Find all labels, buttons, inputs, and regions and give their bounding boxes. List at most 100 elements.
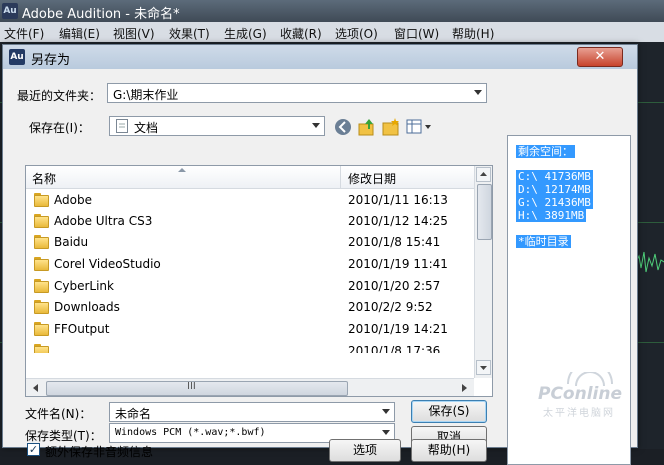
grip-icon: III: [187, 381, 196, 392]
list-item[interactable]: Corel VideoStudio 2010/1/19 11:41: [26, 254, 474, 275]
sort-ascending-icon: [178, 168, 186, 172]
temp-dir-label: *临时目录: [516, 235, 571, 248]
watermark-brand: PConline: [538, 384, 623, 404]
arrow-down-icon: [480, 366, 487, 370]
drive-g-space: G:\ 21436MB: [516, 196, 593, 209]
menu-help[interactable]: 帮助(H): [452, 25, 494, 42]
chevron-down-icon: [382, 430, 390, 435]
file-name: Corel VideoStudio: [54, 257, 161, 271]
view-menu-icon[interactable]: [405, 117, 433, 137]
list-item[interactable]: CyberLink 2010/1/20 2:57: [26, 276, 474, 297]
folder-icon: [34, 300, 49, 314]
scroll-up-button[interactable]: [476, 167, 491, 182]
up-folder-icon[interactable]: [357, 117, 377, 137]
horizontal-scrollbar[interactable]: III: [26, 378, 474, 396]
file-date: 2010/1/20 2:57: [348, 279, 441, 293]
app-menu-bar: 文件(F) 编辑(E) 视图(V) 效果(T) 生成(G) 收藏(R) 选项(O…: [0, 22, 664, 43]
arrow-up-icon: [480, 172, 487, 176]
dialog-title: 另存为: [31, 53, 71, 68]
drive-d-space: D:\ 12174MB: [516, 183, 593, 196]
filename-input[interactable]: 未命名: [109, 402, 395, 422]
file-name: FFOutput: [54, 322, 110, 336]
help-button[interactable]: 帮助(H): [411, 439, 487, 462]
menu-generate[interactable]: 生成(G): [224, 25, 267, 42]
menu-edit[interactable]: 编辑(E): [59, 25, 100, 42]
drive-c-space: C:\ 41736MB: [516, 170, 593, 183]
save-in-dropdown[interactable]: 文档: [109, 116, 325, 136]
app-title-bar: Au Adobe Audition - 未命名*: [0, 0, 664, 22]
arrow-right-icon[interactable]: [458, 382, 470, 394]
menu-file[interactable]: 文件(F): [4, 25, 44, 42]
file-name: Adobe Ultra CS3: [54, 214, 153, 228]
list-item[interactable]: Downloads 2010/2/2 9:52: [26, 297, 474, 318]
folder-icon: [34, 193, 49, 207]
vertical-scrollbar[interactable]: [474, 166, 492, 378]
folder-icon: [34, 214, 49, 228]
watermark-subtitle: 太平洋电脑网: [543, 408, 615, 419]
folder-icon: [34, 322, 49, 336]
app-title: Adobe Audition - 未命名*: [22, 7, 180, 22]
file-name: Baidu: [54, 235, 89, 249]
filetype-value: Windows PCM (*.wav;*.bwf): [115, 427, 266, 438]
file-name: Adobe: [54, 193, 92, 207]
file-name: ...: [54, 344, 66, 353]
dialog-title-bar: Au 另存为 ✕: [3, 45, 637, 69]
audition-app-icon: Au: [2, 3, 18, 19]
save-in-value: 文档: [134, 121, 159, 135]
list-header: 名称 修改日期: [26, 166, 474, 189]
save-in-label: 保存在(I)：: [29, 121, 90, 135]
recent-folder-label: 最近的文件夹：: [17, 89, 102, 103]
filename-value: 未命名: [115, 407, 152, 421]
file-date: 2010/1/12 14:25: [348, 214, 448, 228]
chevron-down-icon: [312, 123, 320, 128]
extra-info-label: 额外保存非音频信息: [45, 445, 154, 459]
vertical-scroll-thumb[interactable]: [477, 184, 492, 240]
drive-h-space: H:\ 3891MB: [516, 209, 587, 222]
free-space-label: 剩余空间：: [516, 145, 575, 158]
audition-app-icon: Au: [9, 49, 25, 65]
list-item[interactable]: ... 2010/1/8 17:36: [26, 341, 474, 353]
folder-icon: [34, 235, 49, 249]
folder-icon: [34, 279, 49, 293]
close-button[interactable]: ✕: [577, 47, 623, 67]
column-divider[interactable]: [340, 166, 341, 188]
folder-icon: [34, 344, 49, 353]
menu-window[interactable]: 窗口(W): [394, 25, 439, 42]
new-folder-icon[interactable]: [381, 117, 401, 137]
column-date-header[interactable]: 修改日期: [348, 170, 396, 187]
column-name-header[interactable]: 名称: [32, 170, 56, 187]
arrow-left-icon[interactable]: [30, 382, 42, 394]
list-item[interactable]: Adobe Ultra CS3 2010/1/12 14:25: [26, 211, 474, 232]
file-date: 2010/1/8 15:41: [348, 235, 441, 249]
file-date: 2010/1/19 14:21: [348, 322, 448, 336]
menu-view[interactable]: 视图(V): [113, 25, 155, 42]
recent-folder-dropdown[interactable]: G:\期末作业: [107, 83, 487, 103]
folder-icon: [34, 257, 49, 271]
scroll-down-button[interactable]: [476, 360, 491, 375]
chevron-down-icon: [474, 90, 482, 95]
list-item[interactable]: FFOutput 2010/1/19 14:21: [26, 319, 474, 340]
document-icon: [116, 119, 128, 133]
file-date: 2010/1/19 11:41: [348, 257, 448, 271]
menu-favorites[interactable]: 收藏(R): [280, 25, 322, 42]
chevron-down-icon: [382, 409, 390, 414]
file-date: 2010/1/8 17:36: [348, 344, 441, 353]
options-button[interactable]: 选项: [329, 439, 401, 462]
recent-folder-value: G:\期末作业: [113, 88, 179, 102]
filetype-label: 保存类型(T)：: [25, 429, 102, 443]
file-name: Downloads: [54, 300, 120, 314]
file-name: CyberLink: [54, 279, 114, 293]
menu-options[interactable]: 选项(O): [335, 25, 378, 42]
file-date: 2010/1/11 16:13: [348, 193, 448, 207]
horizontal-scroll-thumb[interactable]: III: [46, 381, 348, 396]
extra-info-checkbox[interactable]: ✓: [27, 443, 40, 456]
filename-label: 文件名(N)：: [25, 407, 92, 421]
file-list[interactable]: 名称 修改日期 Adobe 2010/1/11 16:13 Adobe Ultr…: [25, 165, 493, 397]
menu-effects[interactable]: 效果(T): [169, 25, 210, 42]
list-item[interactable]: Baidu 2010/1/8 15:41: [26, 232, 474, 253]
save-button[interactable]: 保存(S): [411, 400, 487, 423]
file-date: 2010/2/2 9:52: [348, 300, 433, 314]
list-item[interactable]: Adobe 2010/1/11 16:13: [26, 190, 474, 211]
waveform-trace: [636, 251, 664, 273]
back-icon[interactable]: [333, 117, 353, 137]
